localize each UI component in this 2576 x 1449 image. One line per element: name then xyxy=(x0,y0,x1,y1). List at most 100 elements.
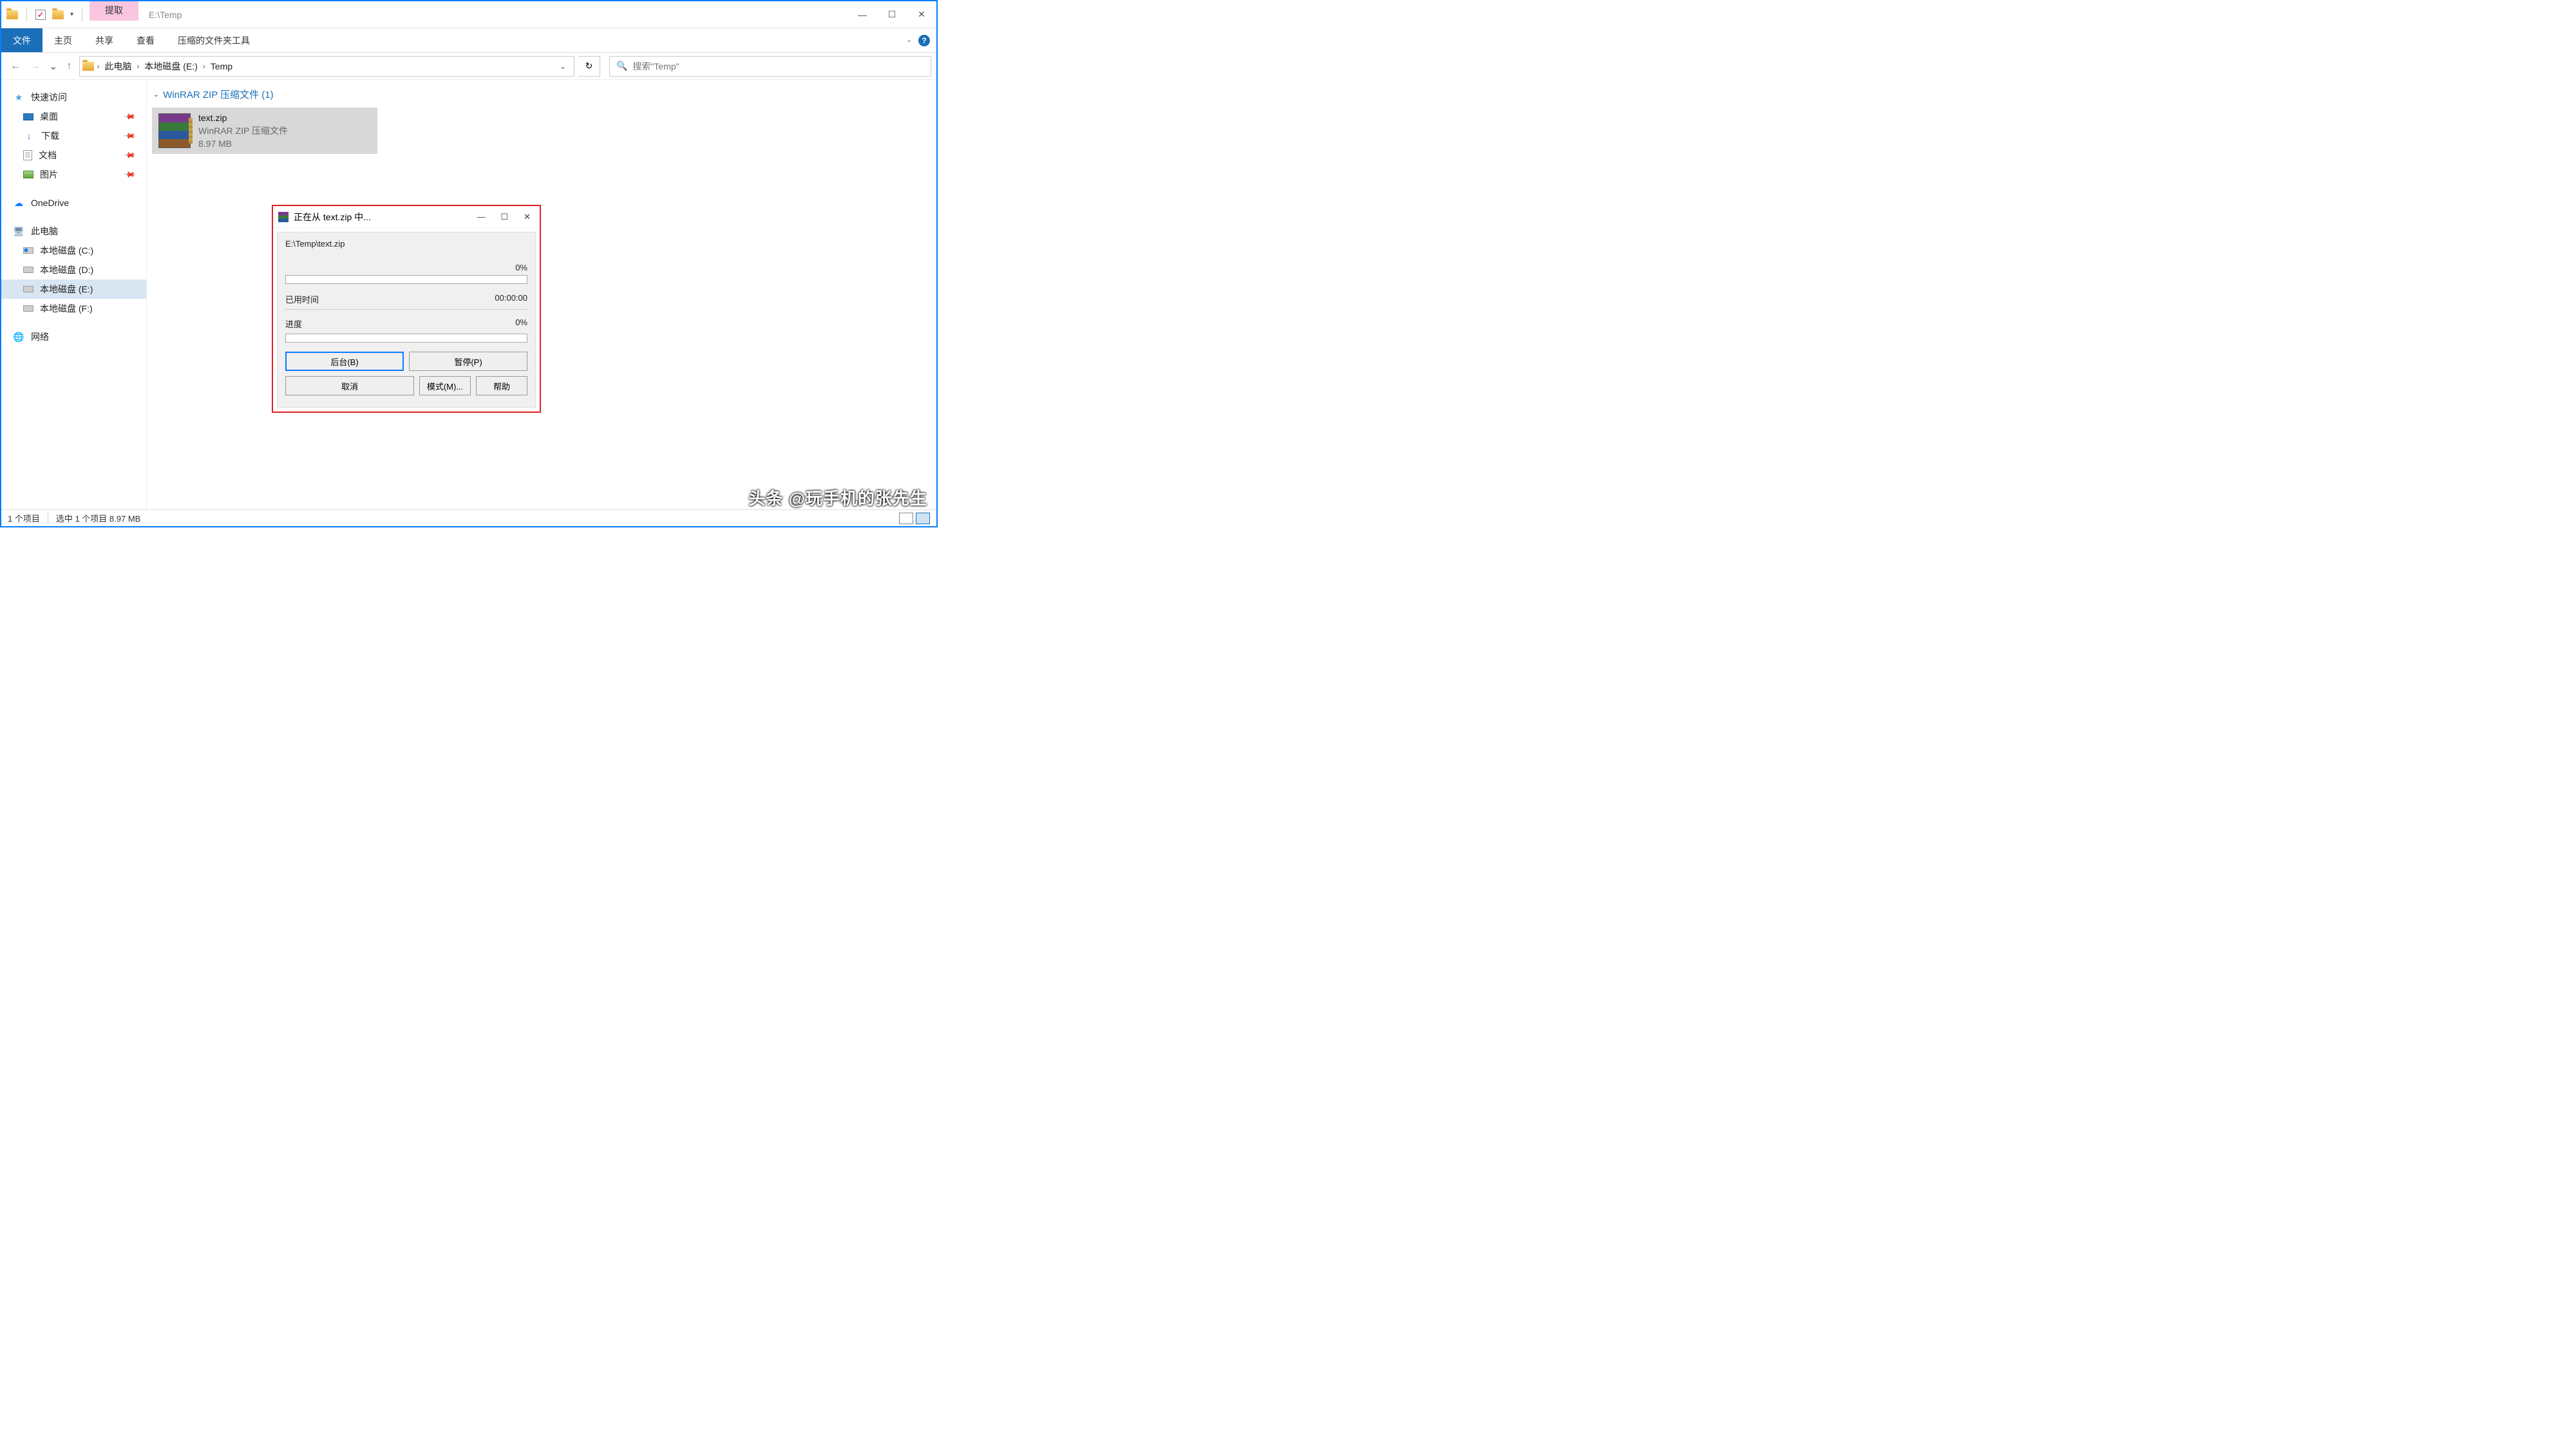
tab-view[interactable]: 查看 xyxy=(125,28,166,52)
sidebar-documents[interactable]: 文档📌 xyxy=(1,146,146,165)
pc-icon: 🖥 xyxy=(13,225,24,237)
ribbon-collapse-icon[interactable]: ⌄ xyxy=(907,37,912,44)
breadcrumb-dropdown-icon[interactable]: ⌄ xyxy=(554,62,571,71)
chevron-right-icon[interactable]: › xyxy=(203,62,205,71)
star-icon: ★ xyxy=(13,91,24,103)
sidebar-this-pc[interactable]: 🖥 此电脑 xyxy=(1,222,146,241)
document-icon xyxy=(23,150,32,160)
breadcrumb-item[interactable]: Temp xyxy=(208,61,235,71)
sidebar-downloads[interactable]: ↓ 下载 📌 xyxy=(1,126,146,146)
contextual-tab-label: 提取 xyxy=(90,1,138,21)
history-dropdown-icon[interactable]: ⌄ xyxy=(49,60,57,73)
titlebar: ✓ ▾ 提取 E:\Temp — ☐ ✕ xyxy=(1,1,936,28)
breadcrumb-item[interactable]: 本地磁盘 (E:) xyxy=(142,60,200,73)
sidebar-label: 下载 xyxy=(41,129,59,142)
maximize-button[interactable]: ☐ xyxy=(877,5,907,24)
view-toggles xyxy=(899,513,930,524)
new-folder-icon[interactable] xyxy=(52,10,64,19)
sidebar-drive-f[interactable]: 本地磁盘 (F:) xyxy=(1,299,146,318)
sidebar-desktop[interactable]: 桌面📌 xyxy=(1,107,146,126)
minimize-button[interactable]: — xyxy=(848,5,877,24)
pin-icon: 📌 xyxy=(123,168,136,181)
close-button[interactable]: ✕ xyxy=(907,5,936,24)
help-button[interactable]: 帮助 xyxy=(476,376,527,395)
sidebar-label: 快速访问 xyxy=(31,91,67,104)
status-bar: 1 个项目 选中 1 个项目 8.97 MB xyxy=(1,509,936,526)
progress-bar-2 xyxy=(285,334,527,343)
progress-percent-1: 0% xyxy=(515,263,527,272)
file-name: text.zip xyxy=(198,113,288,123)
ribbon-tabs: 文件 主页 共享 查看 压缩的文件夹工具 ⌄ ? xyxy=(1,28,936,53)
large-icons-view-button[interactable] xyxy=(916,513,930,524)
tab-share[interactable]: 共享 xyxy=(84,28,125,52)
dialog-archive-path: E:\Temp\text.zip xyxy=(285,239,527,249)
help-icon[interactable]: ? xyxy=(918,35,930,46)
status-item-count: 1 个项目 xyxy=(8,512,40,524)
sidebar-label: 桌面 xyxy=(40,110,58,123)
chevron-down-icon: ⌄ xyxy=(153,90,159,99)
sidebar-label: OneDrive xyxy=(31,198,69,208)
sidebar-drive-d[interactable]: 本地磁盘 (D:) xyxy=(1,260,146,279)
forward-button[interactable]: → xyxy=(30,61,40,72)
download-icon: ↓ xyxy=(23,130,35,142)
sidebar-label: 此电脑 xyxy=(31,225,58,238)
drive-icon xyxy=(23,247,33,254)
dialog-maximize-button[interactable]: ☐ xyxy=(500,212,508,222)
network-icon: 🌐 xyxy=(13,331,24,343)
sidebar-network[interactable]: 🌐 网络 xyxy=(1,327,146,346)
sidebar-label: 网络 xyxy=(31,330,49,343)
sidebar-pictures[interactable]: 图片📌 xyxy=(1,165,146,184)
sidebar-drive-c[interactable]: 本地磁盘 (C:) xyxy=(1,241,146,260)
dialog-minimize-button[interactable]: — xyxy=(477,212,485,222)
winrar-icon xyxy=(278,212,289,222)
sidebar-quick-access[interactable]: ★ 快速访问 xyxy=(1,88,146,107)
dialog-title-text: 正在从 text.zip 中... xyxy=(294,211,371,223)
navigation-pane: ★快速访问 桌面📌 ↓下载📌 文档📌 图片📌 ☁OneDrive 🖥此电脑 本地… xyxy=(1,80,147,509)
back-button[interactable]: ← xyxy=(10,61,21,72)
mode-button[interactable]: 模式(M)... xyxy=(419,376,471,395)
search-icon: 🔍 xyxy=(616,61,627,71)
tab-compressed-folder-tools[interactable]: 压缩的文件夹工具 xyxy=(166,28,261,52)
sidebar-onedrive[interactable]: ☁ OneDrive xyxy=(1,193,146,213)
properties-icon[interactable]: ✓ xyxy=(35,10,46,20)
group-header[interactable]: ⌄ WinRAR ZIP 压缩文件 (1) xyxy=(152,85,936,108)
drive-icon xyxy=(23,286,33,292)
desktop-icon xyxy=(23,113,33,120)
up-button[interactable]: ↑ xyxy=(66,61,71,72)
status-selection: 选中 1 个项目 8.97 MB xyxy=(48,512,140,524)
divider xyxy=(285,309,527,310)
background-button[interactable]: 后台(B) xyxy=(285,352,404,371)
dialog-body: E:\Temp\text.zip 0% 已用时间 00:00:00 进度 0% … xyxy=(277,232,536,408)
search-placeholder: 搜索"Temp" xyxy=(632,60,679,73)
dialog-titlebar[interactable]: 正在从 text.zip 中... — ☐ ✕ xyxy=(273,206,540,228)
folder-icon[interactable] xyxy=(6,10,18,19)
cancel-button[interactable]: 取消 xyxy=(285,376,414,395)
dialog-close-button[interactable]: ✕ xyxy=(524,212,531,222)
file-size: 8.97 MB xyxy=(198,138,288,149)
group-header-label: WinRAR ZIP 压缩文件 (1) xyxy=(163,88,273,101)
progress-percent-2: 0% xyxy=(515,317,527,330)
tab-home[interactable]: 主页 xyxy=(43,28,84,52)
refresh-button[interactable]: ↻ xyxy=(578,56,600,77)
progress-label: 进度 xyxy=(285,317,302,330)
onedrive-icon: ☁ xyxy=(13,197,24,209)
tab-file[interactable]: 文件 xyxy=(1,28,43,52)
breadcrumb[interactable]: › 此电脑 › 本地磁盘 (E:) › Temp ⌄ xyxy=(79,56,574,77)
pin-icon: 📌 xyxy=(123,129,136,142)
chevron-right-icon[interactable]: › xyxy=(97,62,99,71)
file-type: WinRAR ZIP 压缩文件 xyxy=(198,124,288,137)
search-input[interactable]: 🔍 搜索"Temp" xyxy=(609,56,931,77)
breadcrumb-item[interactable]: 此电脑 xyxy=(102,60,134,73)
file-item[interactable]: text.zip WinRAR ZIP 压缩文件 8.97 MB xyxy=(152,108,377,154)
sidebar-label: 文档 xyxy=(39,149,57,162)
details-view-button[interactable] xyxy=(899,513,913,524)
quick-access-toolbar: ✓ ▾ xyxy=(1,1,90,28)
progress-bar-1 xyxy=(285,275,527,284)
pictures-icon xyxy=(23,171,33,178)
chevron-right-icon[interactable]: › xyxy=(137,62,139,71)
location-folder-icon xyxy=(82,62,94,71)
qat-dropdown-icon[interactable]: ▾ xyxy=(70,11,73,18)
pause-button[interactable]: 暂停(P) xyxy=(409,352,527,371)
sidebar-label: 本地磁盘 (C:) xyxy=(40,244,93,257)
sidebar-drive-e[interactable]: 本地磁盘 (E:) xyxy=(1,279,146,299)
